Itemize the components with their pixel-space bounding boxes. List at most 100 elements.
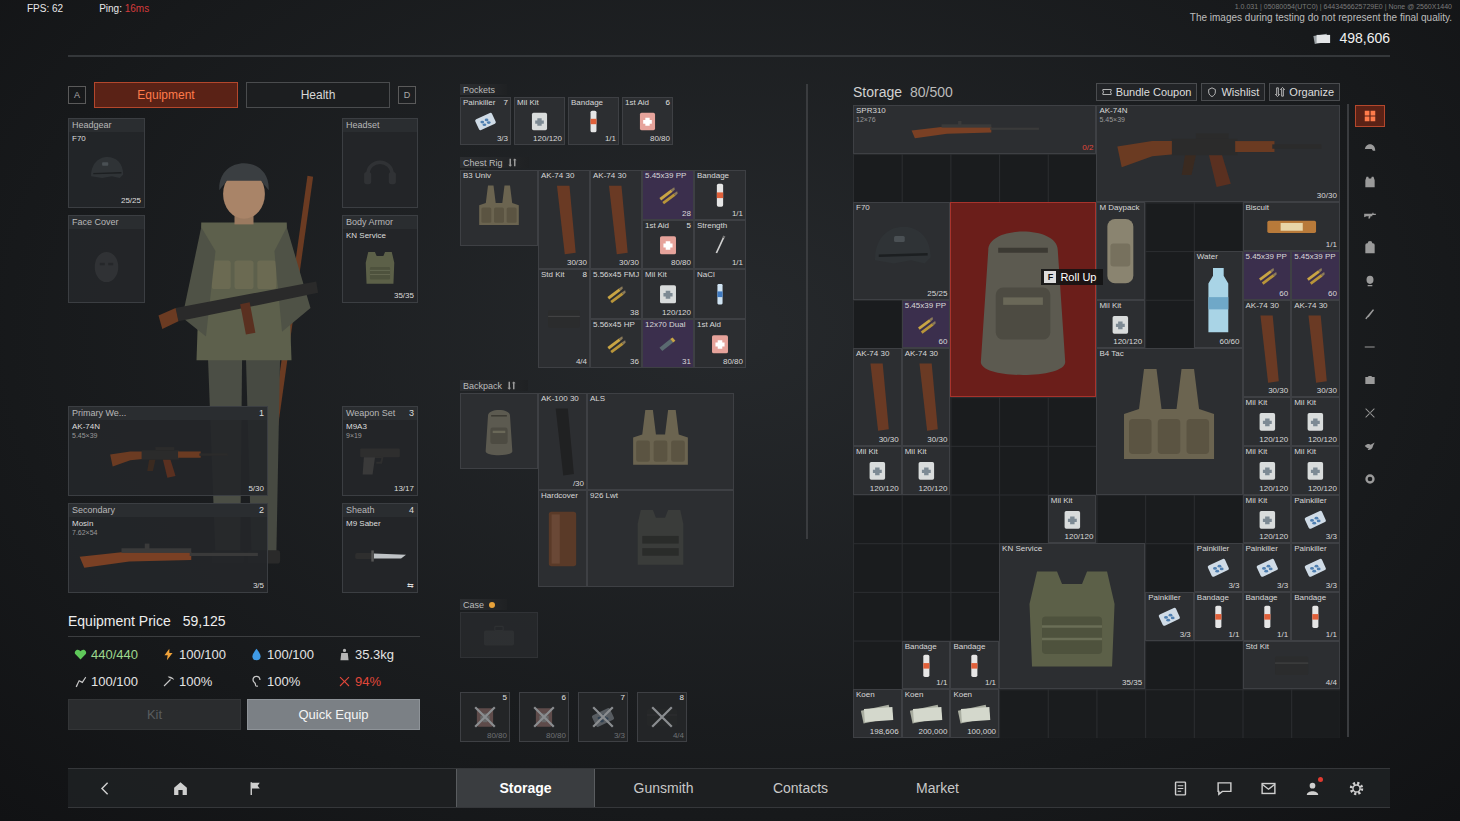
item-cell[interactable]: Mil Kit120/120 — [1243, 495, 1292, 544]
filter-button[interactable] — [1355, 204, 1385, 226]
item-cell[interactable]: Mil Kit120/120 — [1096, 300, 1145, 349]
scrollbar[interactable] — [1347, 104, 1349, 737]
item-cell[interactable]: 73/3 — [578, 692, 628, 742]
filter-button[interactable] — [1355, 468, 1385, 490]
item-cell[interactable]: Bandage1/1 — [1291, 592, 1340, 641]
item-cell[interactable]: Bandage1/1 — [950, 641, 999, 690]
item-cell[interactable]: 84/4 — [637, 692, 687, 742]
panel-tab[interactable]: Health — [246, 82, 390, 108]
item-cell[interactable]: 580/80 — [460, 692, 510, 742]
filter-button[interactable] — [1355, 402, 1385, 424]
item-cell[interactable]: Painkiller73/3 — [460, 97, 511, 145]
item-cell[interactable]: Mil Kit120/120 — [1243, 397, 1292, 446]
filter-button[interactable] — [1355, 138, 1385, 160]
raid-button[interactable] — [218, 769, 293, 807]
item-cell[interactable]: 1st Aid80/80 — [694, 319, 746, 369]
equipment-slot[interactable]: HeadgearF7025/25 — [68, 118, 145, 208]
sort-icon[interactable] — [508, 158, 517, 167]
item-cell[interactable]: 5.45x39 PP60 — [902, 300, 951, 349]
item-cell[interactable]: Mil Kit120/120 — [1243, 446, 1292, 495]
item-cell[interactable]: Mil Kit120/120 — [1291, 397, 1340, 446]
storage-action-button[interactable]: Organize — [1269, 83, 1340, 101]
item-cell[interactable]: Koen198,606 — [853, 689, 902, 738]
filter-button[interactable] — [1355, 105, 1385, 127]
item-cell[interactable]: Mil Kit120/120 — [1291, 446, 1340, 495]
filter-button[interactable] — [1355, 336, 1385, 358]
filter-button[interactable] — [1355, 171, 1385, 193]
home-button[interactable] — [143, 769, 218, 807]
scrollbar[interactable] — [806, 84, 808, 539]
equipment-slot[interactable]: Primary We...1AK-74N5.45×395/30 — [68, 406, 268, 496]
item-cell[interactable]: Mil Kit120/120 — [853, 446, 902, 495]
item-cell[interactable]: AK-74 3030/30 — [902, 348, 951, 445]
item-cell[interactable]: 1st Aid580/80 — [642, 220, 694, 270]
item-cell[interactable]: FRoll Up — [950, 202, 1096, 397]
item-cell[interactable]: 12x70 Dual31 — [642, 319, 694, 369]
filter-button[interactable] — [1355, 369, 1385, 391]
filter-button[interactable] — [1355, 270, 1385, 292]
item-cell[interactable]: Bandage1/1 — [694, 170, 746, 220]
item-cell[interactable]: Bandage1/1 — [568, 97, 619, 145]
item-cell[interactable]: F7025/25 — [853, 202, 950, 299]
item-cell[interactable]: 5.56x45 HP36 — [590, 319, 642, 369]
storage-action-button[interactable]: Bundle Coupon — [1096, 83, 1198, 101]
item-cell[interactable]: 5.45x39 PP28 — [642, 170, 694, 220]
item-cell[interactable]: 1st Aid680/80 — [622, 97, 673, 145]
item-cell[interactable]: Painkiller3/3 — [1291, 543, 1340, 592]
item-cell[interactable]: Bandage1/1 — [1243, 592, 1292, 641]
equipment-slot[interactable]: Headset — [342, 118, 418, 208]
chat-button[interactable] — [1202, 769, 1246, 807]
nav-tab[interactable]: Market — [869, 769, 1006, 807]
item-cell[interactable]: Strength1/1 — [694, 220, 746, 270]
item-cell[interactable]: NaCl — [694, 269, 746, 319]
settings-button[interactable] — [1334, 769, 1378, 807]
item-cell[interactable]: AK-74 3030/30 — [853, 348, 902, 445]
action-button[interactable]: Kit — [68, 699, 241, 730]
equipment-slot[interactable]: Weapon Set3M9A39×1913/17 — [342, 406, 418, 496]
item-cell[interactable]: Mil Kit120/120 — [514, 97, 565, 145]
storage-action-button[interactable]: Wishlist — [1201, 83, 1265, 101]
action-button[interactable]: Quick Equip — [247, 699, 420, 730]
item-cell[interactable]: SPR31012×760/2 — [853, 105, 1096, 154]
item-cell[interactable]: Mil Kit120/120 — [1048, 495, 1097, 544]
item-cell[interactable]: AK-74N5.45×3930/30 — [1096, 105, 1339, 202]
item-cell[interactable]: 680/80 — [519, 692, 569, 742]
friends-button[interactable] — [1290, 769, 1334, 807]
context-tooltip[interactable]: FRoll Up — [1041, 269, 1103, 285]
item-cell[interactable]: Bandage1/1 — [902, 641, 951, 690]
item-cell[interactable]: 926 Lwt — [587, 490, 734, 587]
equipment-slot[interactable]: Face Cover — [68, 215, 145, 303]
item-cell[interactable]: B3 Univ — [460, 170, 538, 246]
item-cell[interactable]: Koen100,000 — [950, 689, 999, 738]
filter-button[interactable] — [1355, 435, 1385, 457]
filter-button[interactable] — [1355, 237, 1385, 259]
item-cell[interactable]: Painkiller3/3 — [1291, 495, 1340, 544]
item-cell[interactable]: Water60/60 — [1194, 251, 1243, 348]
item-cell[interactable]: Koen200,000 — [902, 689, 951, 738]
tasks-button[interactable] — [1158, 769, 1202, 807]
equipment-slot[interactable]: Body ArmorKN Service35/35 — [342, 215, 418, 303]
item-cell[interactable]: AK-74 3030/30 — [538, 170, 590, 269]
nav-tab[interactable]: Contacts — [732, 769, 869, 807]
equipment-slot[interactable]: Secondary2Mosin7.62×543/5 — [68, 503, 268, 593]
filter-button[interactable] — [1355, 303, 1385, 325]
equipment-slot[interactable]: Sheath4M9 Saber⇆ — [342, 503, 418, 593]
item-cell[interactable]: AK-100 30/30 — [538, 393, 587, 490]
panel-tab[interactable]: Equipment — [94, 82, 238, 108]
item-cell[interactable]: Biscuit1/1 — [1243, 202, 1340, 251]
item-cell[interactable]: Hardcover — [538, 490, 587, 587]
item-cell[interactable]: Painkiller3/3 — [1243, 543, 1292, 592]
item-cell[interactable] — [460, 612, 538, 658]
item-cell[interactable]: AK-74 3030/30 — [590, 170, 642, 269]
item-cell[interactable]: M Daypack — [1096, 202, 1145, 299]
item-cell[interactable]: 5.56x45 FMJ38 — [590, 269, 642, 319]
item-cell[interactable]: Std Kit4/4 — [1243, 641, 1340, 690]
item-cell[interactable]: B4 Tac — [1096, 348, 1242, 494]
sort-icon[interactable] — [507, 381, 516, 390]
item-cell[interactable]: AK-74 3030/30 — [1291, 300, 1340, 397]
item-cell[interactable]: Painkiller3/3 — [1194, 543, 1243, 592]
nav-tab[interactable]: Gunsmith — [595, 769, 732, 807]
item-cell[interactable]: Bandage1/1 — [1194, 592, 1243, 641]
item-cell[interactable] — [460, 393, 538, 469]
item-cell[interactable]: AK-74 3030/30 — [1243, 300, 1292, 397]
